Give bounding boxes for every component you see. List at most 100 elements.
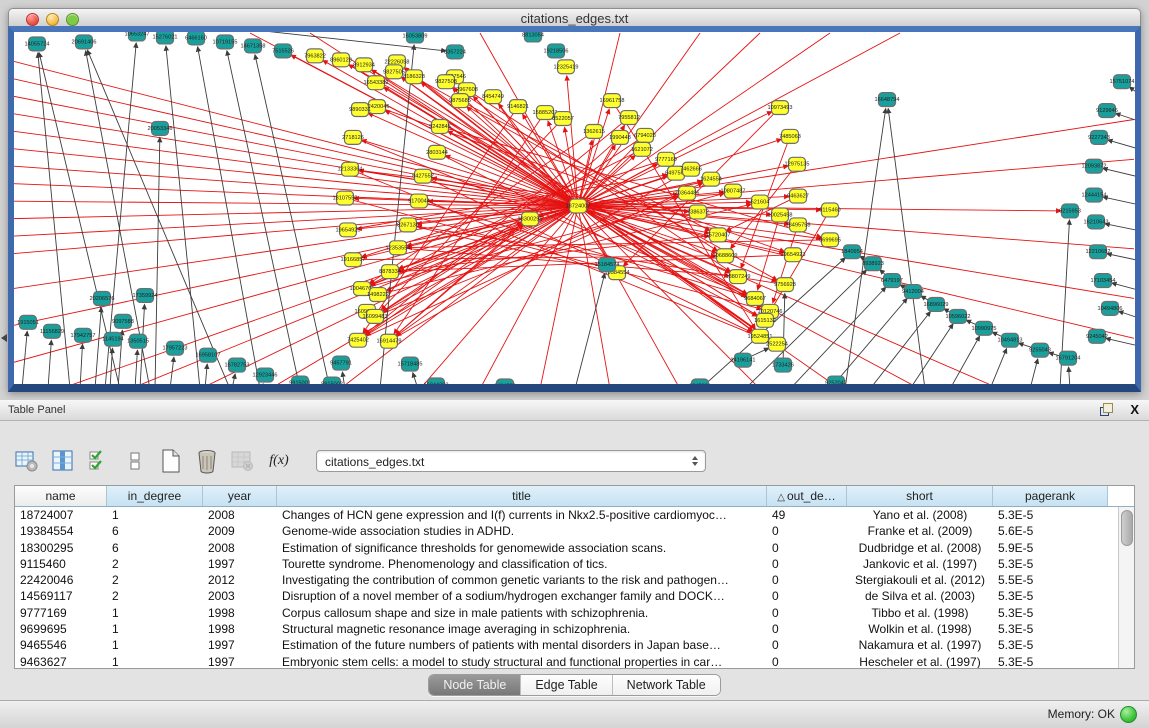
table-cell[interactable]: Estimation of significance thresholds fo… [277,540,767,556]
table-cell[interactable]: 0 [767,654,847,669]
scrollbar-thumb[interactable] [1121,510,1133,546]
table-cell[interactable]: 2 [107,588,203,604]
table-cell[interactable]: Estimation of the future numbers of pati… [277,637,767,653]
table-row[interactable]: 946362711997Embryonic stem cells: a mode… [15,654,1119,669]
select-rows-icon[interactable] [86,448,112,474]
table-cell[interactable]: Tibbo et al. (1998) [847,605,993,621]
table-cell[interactable]: 6 [107,523,203,539]
table-vertical-scrollbar[interactable] [1118,507,1134,668]
column-header-in_degree[interactable]: in_degree [107,486,203,506]
column-header-title[interactable]: title [277,486,767,506]
table-row[interactable]: 1456911722003Disruption of a novel membe… [15,588,1119,604]
close-panel-icon[interactable]: X [1130,402,1139,417]
table-row[interactable]: 2242004622012Investigating the contribut… [15,572,1119,588]
import-table-icon[interactable] [230,448,256,474]
table-cell[interactable]: 2008 [203,540,277,556]
table-cell[interactable]: 2009 [203,523,277,539]
memory-status-dot[interactable] [1120,706,1137,723]
table-cell[interactable]: 9699695 [15,621,107,637]
table-row[interactable]: 911546021997Tourette syndrome. Phenomeno… [15,556,1119,572]
table-cell[interactable]: Yano et al. (2008) [847,507,993,523]
column-header-short[interactable]: short [847,486,993,506]
network-graph[interactable]: 1872400718300295121333641810755219654925… [14,32,1135,384]
table-cell[interactable]: Stergiakouli et al. (2012) [847,572,993,588]
table-cell[interactable]: Jankovic et al. (1997) [847,556,993,572]
tab-node-table[interactable]: Node Table [429,675,521,695]
table-cell[interactable]: Embryonic stem cells: a model to study s… [277,654,767,669]
new-table-icon[interactable] [158,448,184,474]
collapse-sidebar-arrow-icon[interactable] [1,334,7,342]
table-row[interactable]: 1938455462009Genome-wide association stu… [15,523,1119,539]
table-row[interactable]: 1830029562008Estimation of significance … [15,540,1119,556]
table-cell[interactable]: 0 [767,588,847,604]
table-cell[interactable]: 5.9E-5 [993,540,1108,556]
table-cell[interactable]: Corpus callosum shape and size in male p… [277,605,767,621]
function-builder-icon[interactable]: f(x) [266,448,292,474]
row-height-icon[interactable] [122,448,148,474]
column-header-year[interactable]: year [203,486,277,506]
table-cell[interactable]: 19384554 [15,523,107,539]
table-cell[interactable]: 1 [107,605,203,621]
table-row[interactable]: 946554611997Estimation of the future num… [15,637,1119,653]
table-cell[interactable]: 5.3E-5 [993,654,1108,669]
table-cell[interactable]: 9463627 [15,654,107,669]
table-cell[interactable]: 1 [107,621,203,637]
table-cell[interactable]: 5.3E-5 [993,621,1108,637]
table-cell[interactable]: 2 [107,572,203,588]
table-cell[interactable]: 18724007 [15,507,107,523]
column-visibility-icon[interactable] [50,448,76,474]
table-cell[interactable]: Nakamura et al. (1997) [847,637,993,653]
table-cell[interactable]: 14569117 [15,588,107,604]
tab-network-table[interactable]: Network Table [613,675,720,695]
table-cell[interactable]: Structural magnetic resonance image aver… [277,621,767,637]
table-settings-icon[interactable] [14,448,40,474]
table-cell[interactable]: 1 [107,654,203,669]
tab-edge-table[interactable]: Edge Table [521,675,612,695]
table-cell[interactable]: 2008 [203,507,277,523]
table-cell[interactable]: Hescheler et al. (1997) [847,654,993,669]
table-cell[interactable]: 22420046 [15,572,107,588]
float-panel-icon[interactable] [1100,403,1113,416]
table-cell[interactable]: 1998 [203,621,277,637]
network-canvas[interactable]: 1872400718300295121333641810755219654925… [8,26,1141,392]
column-header-out_de[interactable]: △out_de… [767,486,847,506]
table-cell[interactable]: 0 [767,523,847,539]
table-cell[interactable]: 0 [767,540,847,556]
table-cell[interactable]: Dudbridge et al. (2008) [847,540,993,556]
table-cell[interactable]: Changes of HCN gene expression and I(f) … [277,507,767,523]
column-header-pagerank[interactable]: pagerank [993,486,1108,506]
table-cell[interactable]: 0 [767,605,847,621]
table-cell[interactable]: 18300295 [15,540,107,556]
table-cell[interactable]: 0 [767,621,847,637]
table-cell[interactable]: 9777169 [15,605,107,621]
table-cell[interactable]: 1997 [203,654,277,669]
table-cell[interactable]: 6 [107,540,203,556]
table-cell[interactable]: 1997 [203,637,277,653]
table-cell[interactable]: 0 [767,556,847,572]
table-cell[interactable]: 2 [107,556,203,572]
table-cell[interactable]: 1 [107,637,203,653]
table-cell[interactable]: 5.3E-5 [993,605,1108,621]
table-cell[interactable]: 5.3E-5 [993,507,1108,523]
table-cell[interactable]: 5.6E-5 [993,523,1108,539]
table-cell[interactable]: Disruption of a novel member of a sodium… [277,588,767,604]
table-cell[interactable]: 5.3E-5 [993,637,1108,653]
table-source-dropdown[interactable]: citations_edges.txt [316,450,706,472]
table-cell[interactable]: 1 [107,507,203,523]
table-cell[interactable]: de Silva et al. (2003) [847,588,993,604]
table-cell[interactable]: 1997 [203,556,277,572]
table-cell[interactable]: 9115460 [15,556,107,572]
table-cell[interactable]: Franke et al. (2009) [847,523,993,539]
network-window-titlebar[interactable]: citations_edges.txt [8,8,1141,28]
table-cell[interactable]: 2003 [203,588,277,604]
table-cell[interactable]: 9465546 [15,637,107,653]
table-cell[interactable]: Wolkin et al. (1998) [847,621,993,637]
table-cell[interactable]: 49 [767,507,847,523]
column-header-name[interactable]: name [15,486,107,506]
table-cell[interactable]: 2012 [203,572,277,588]
table-cell[interactable]: Genome-wide association studies in ADHD. [277,523,767,539]
table-cell[interactable]: 5.3E-5 [993,588,1108,604]
table-cell[interactable]: Investigating the contribution of common… [277,572,767,588]
table-row[interactable]: 1872400712008Changes of HCN gene express… [15,507,1119,523]
table-cell[interactable]: 1998 [203,605,277,621]
